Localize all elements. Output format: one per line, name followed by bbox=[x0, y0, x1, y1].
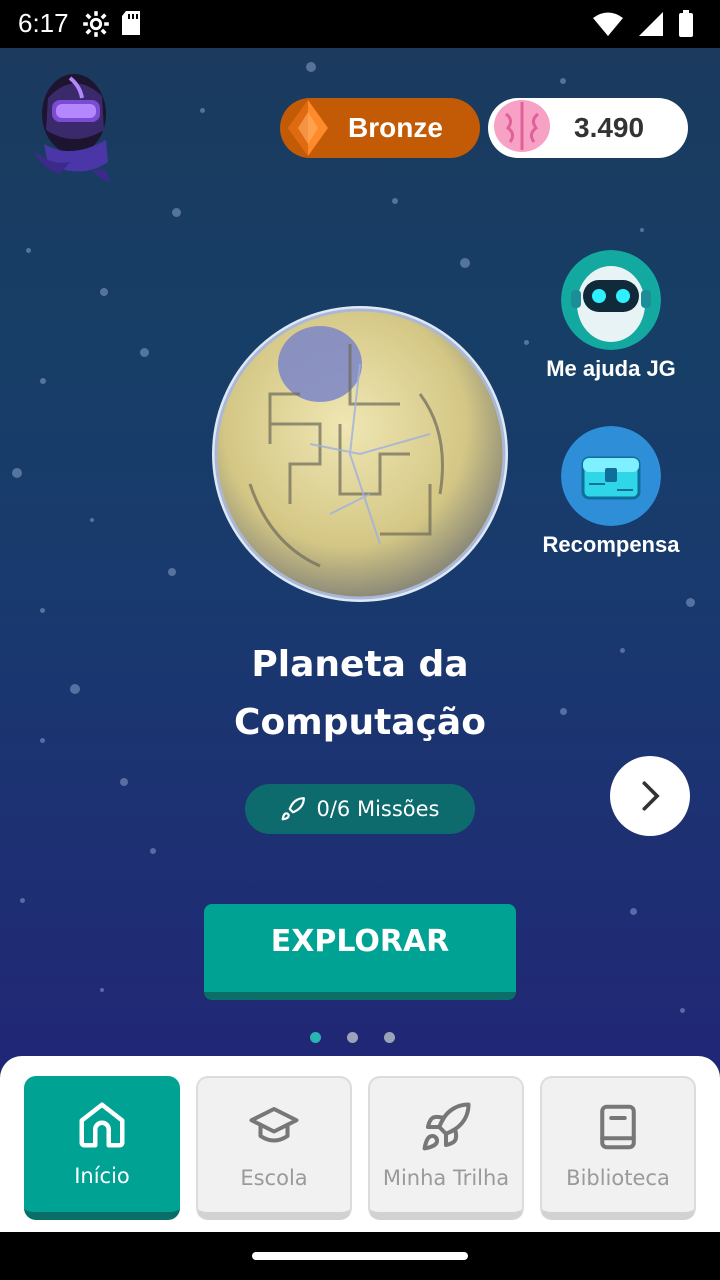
user-avatar[interactable] bbox=[30, 70, 116, 186]
cellular-signal-icon bbox=[639, 12, 663, 36]
missions-count: 0/6 Missões bbox=[316, 797, 440, 821]
carousel-dot-2[interactable] bbox=[347, 1032, 358, 1043]
robot-assistant-icon bbox=[561, 250, 661, 350]
graduation-cap-icon bbox=[249, 1106, 299, 1143]
nav-item-label: Início bbox=[74, 1164, 130, 1188]
chevron-right-icon bbox=[642, 781, 660, 811]
nav-item-biblioteca[interactable]: Biblioteca bbox=[540, 1076, 696, 1220]
planet-title: Planeta da Computação bbox=[160, 636, 560, 752]
brain-icon bbox=[494, 100, 550, 152]
home-screen: Bronze 3.490 Me ajuda JG Recompensa Plan… bbox=[0, 48, 720, 1232]
points-value: 3.490 bbox=[574, 112, 645, 143]
home-gesture-bar[interactable] bbox=[252, 1252, 468, 1260]
rank-label: Bronze bbox=[348, 112, 443, 143]
explore-button-label: EXPLORAR bbox=[270, 924, 450, 959]
carousel-indicator bbox=[310, 1032, 395, 1043]
carousel-dot-3[interactable] bbox=[384, 1032, 395, 1043]
nav-item-label: Minha Trilha bbox=[382, 1166, 510, 1190]
points-badge[interactable]: 3.490 bbox=[488, 98, 688, 158]
next-planet-button[interactable] bbox=[610, 756, 690, 836]
explore-button[interactable]: EXPLORAR bbox=[204, 904, 516, 1000]
treasure-chest-icon bbox=[561, 426, 661, 526]
nav-item-inicio[interactable]: Início bbox=[24, 1076, 180, 1220]
sd-card-icon bbox=[122, 11, 140, 35]
nav-item-escola[interactable]: Escola bbox=[196, 1076, 352, 1220]
book-icon bbox=[600, 1104, 636, 1150]
bronze-gem-icon bbox=[288, 100, 328, 156]
help-label: Me ajuda JG bbox=[546, 356, 676, 381]
status-time: 6:17 bbox=[18, 8, 69, 38]
settings-icon bbox=[83, 11, 109, 37]
bottom-navigation: Início Escola Minha Trilha Biblioteca bbox=[0, 1056, 720, 1232]
computer-planet-image[interactable] bbox=[210, 304, 510, 604]
reward-label: Recompensa bbox=[542, 532, 680, 557]
help-button[interactable]: Me ajuda JG bbox=[526, 250, 696, 382]
reward-button[interactable]: Recompensa bbox=[526, 426, 696, 558]
nav-item-label: Escola bbox=[240, 1166, 308, 1190]
status-bar: 6:17 bbox=[0, 0, 720, 48]
battery-icon bbox=[679, 10, 693, 37]
nav-item-minha-trilha[interactable]: Minha Trilha bbox=[368, 1076, 524, 1220]
wifi-icon bbox=[593, 12, 623, 36]
rank-badge[interactable]: Bronze bbox=[280, 98, 480, 158]
planet-title-line1: Planeta da bbox=[251, 644, 469, 685]
nav-item-label: Biblioteca bbox=[566, 1166, 670, 1190]
missions-progress-badge: 0/6 Missões bbox=[245, 784, 475, 834]
carousel-dot-1[interactable] bbox=[310, 1032, 321, 1043]
rocket-icon bbox=[422, 1102, 471, 1151]
planet-title-line2: Computação bbox=[234, 702, 486, 743]
home-icon bbox=[79, 1102, 125, 1148]
rocket-icon bbox=[282, 797, 306, 821]
system-navigation-bar bbox=[0, 1232, 720, 1280]
